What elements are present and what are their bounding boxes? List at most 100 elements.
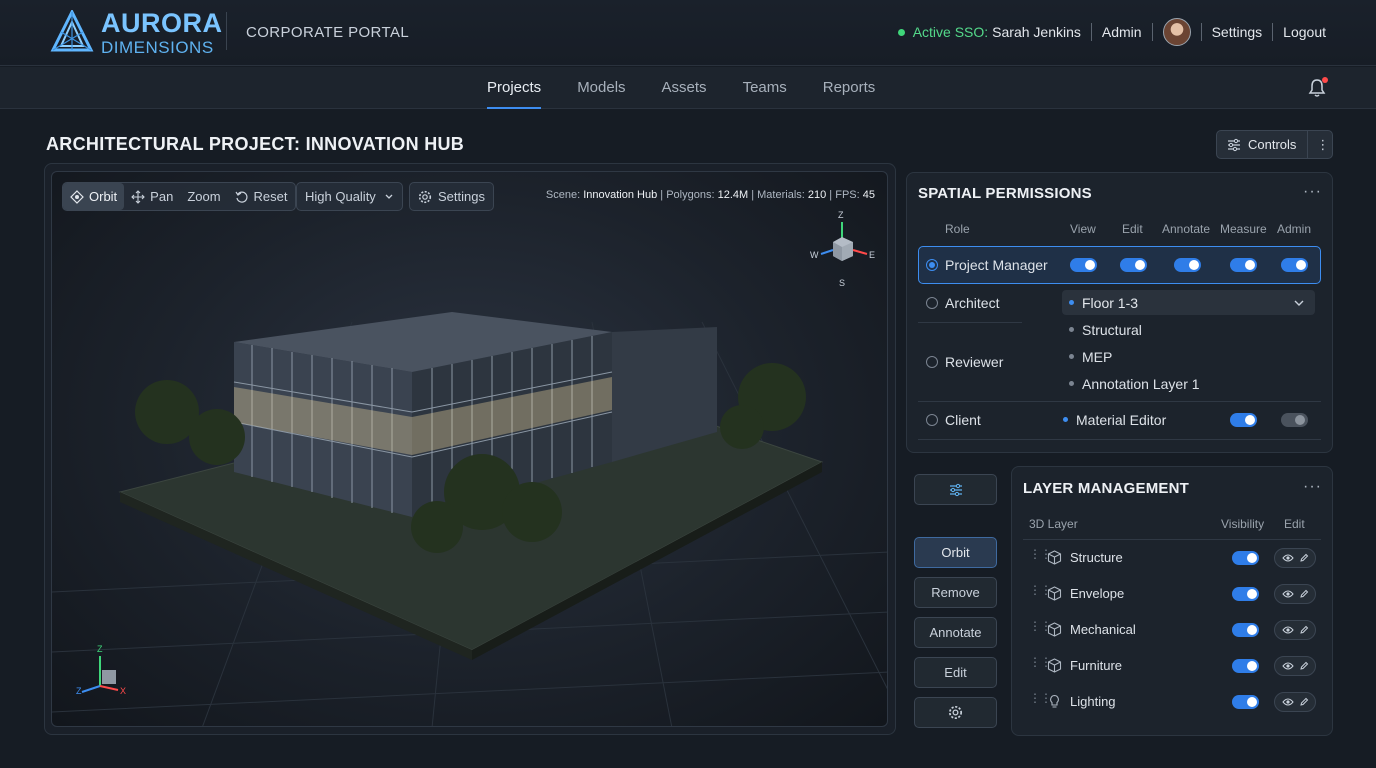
quality-select[interactable]: High Quality xyxy=(296,182,403,211)
eye-icon[interactable] xyxy=(1281,589,1294,599)
settings-link[interactable]: Settings xyxy=(1212,24,1263,40)
reset-label: Reset xyxy=(253,189,288,204)
side-remove-button[interactable]: Remove xyxy=(914,577,997,608)
toggle-pm-admin[interactable] xyxy=(1281,258,1308,272)
pan-label: Pan xyxy=(150,189,174,204)
view-tools: Orbit Pan Zoom Reset xyxy=(62,182,296,211)
toggle-visibility-structure[interactable] xyxy=(1232,551,1259,565)
role-radio-reviewer[interactable] xyxy=(926,356,938,368)
role-label: Admin xyxy=(1101,24,1142,40)
client-material-editor: Material Editor xyxy=(1076,412,1167,428)
toggle-pm-edit[interactable] xyxy=(1120,258,1147,272)
role-reviewer: Reviewer xyxy=(945,354,1004,370)
layer-edit-controls[interactable] xyxy=(1274,656,1316,676)
layer-edit-controls[interactable] xyxy=(1274,584,1316,604)
toggle-pm-measure[interactable] xyxy=(1230,258,1257,272)
viewer-settings-label: Settings xyxy=(438,189,485,204)
reset-icon xyxy=(235,191,248,203)
user-name: Sarah Jenkins xyxy=(992,24,1081,40)
controls-button[interactable]: Controls ⋮ xyxy=(1216,130,1333,159)
toggle-pm-view[interactable] xyxy=(1070,258,1097,272)
pencil-icon[interactable] xyxy=(1299,661,1309,671)
sliders-icon xyxy=(949,483,962,496)
tab-models[interactable]: Models xyxy=(577,67,625,109)
view-cube-gizmo[interactable]: Z W E S xyxy=(807,210,879,288)
role-radio-architect[interactable] xyxy=(926,297,938,309)
permissions-more-icon[interactable]: ··· xyxy=(1303,183,1322,201)
role-project-manager: Project Manager xyxy=(945,257,1048,273)
layer-row[interactable]: ⋮⋮ Mechanical xyxy=(1024,612,1318,648)
pencil-icon[interactable] xyxy=(1299,625,1309,635)
layer-edit-controls[interactable] xyxy=(1274,692,1316,712)
layer-row[interactable]: ⋮⋮ Envelope xyxy=(1024,576,1318,612)
layer-option-structural[interactable]: Structural xyxy=(1082,322,1142,338)
layer-option-annotation[interactable]: Annotation Layer 1 xyxy=(1082,376,1200,392)
brand-name[interactable]: AURORA DIMENSIONS xyxy=(101,8,223,57)
pencil-icon[interactable] xyxy=(1299,553,1309,563)
zoom-tool-button[interactable]: Zoom xyxy=(180,183,227,210)
cube-icon xyxy=(1047,586,1062,601)
tab-assets[interactable]: Assets xyxy=(662,67,707,109)
orbit-label: Orbit xyxy=(89,189,118,204)
layer-row[interactable]: ⋮⋮ Lighting xyxy=(1024,684,1318,720)
fps-label: FPS: xyxy=(835,189,860,201)
user-bar-divider xyxy=(1200,23,1202,41)
orbit-tool-button[interactable]: Orbit xyxy=(63,183,125,210)
axis-triad: Z Z X xyxy=(72,642,132,702)
notifications-bell-icon[interactable] xyxy=(1306,77,1328,99)
eye-icon[interactable] xyxy=(1281,661,1294,671)
toggle-visibility-furniture[interactable] xyxy=(1232,659,1259,673)
side-sliders-button[interactable] xyxy=(914,474,997,505)
tab-projects[interactable]: Projects xyxy=(487,67,542,109)
pan-tool-button[interactable]: Pan xyxy=(124,183,180,210)
3d-viewport[interactable]: Orbit Pan Zoom Reset High Quality Settin… xyxy=(51,171,888,727)
role-radio-project-manager[interactable] xyxy=(926,259,938,271)
layer-edit-controls[interactable] xyxy=(1274,620,1316,640)
eye-icon[interactable] xyxy=(1281,625,1294,635)
logout-link[interactable]: Logout xyxy=(1283,24,1326,40)
eye-icon[interactable] xyxy=(1281,697,1294,707)
col-measure: Measure xyxy=(1220,222,1267,236)
more-vertical-icon[interactable]: ⋮ xyxy=(1316,137,1329,153)
avatar[interactable] xyxy=(1162,18,1191,46)
toggle-client-admin[interactable] xyxy=(1281,413,1308,427)
toggle-visibility-lighting[interactable] xyxy=(1232,695,1259,709)
header-divider xyxy=(226,12,227,50)
layer-name-furniture: Furniture xyxy=(1070,658,1123,673)
col-role: Role xyxy=(945,222,970,236)
layer-management-title: LAYER MANAGEMENT xyxy=(1023,480,1189,497)
reset-tool-button[interactable]: Reset xyxy=(228,183,295,210)
controls-label: Controls xyxy=(1248,137,1297,152)
eye-icon[interactable] xyxy=(1281,553,1294,563)
pencil-icon[interactable] xyxy=(1299,697,1309,707)
viewer-settings-button[interactable]: Settings xyxy=(409,182,494,211)
materials-label: Materials: xyxy=(757,189,805,201)
tab-teams[interactable]: Teams xyxy=(743,67,787,109)
status-dot-icon xyxy=(897,28,905,36)
layer-row[interactable]: ⋮⋮ Structure xyxy=(1024,540,1318,576)
side-settings-button[interactable] xyxy=(914,697,997,728)
role-radio-client[interactable] xyxy=(926,414,938,426)
brand-line-1: AURORA xyxy=(101,8,223,38)
toggle-pm-annotate[interactable] xyxy=(1174,258,1201,272)
layer-option-mep[interactable]: MEP xyxy=(1082,349,1112,365)
side-annotate-button[interactable]: Annotate xyxy=(914,617,997,648)
sso-label: Active SSO: xyxy=(912,24,989,40)
pencil-icon[interactable] xyxy=(1299,589,1309,599)
layers-more-icon[interactable]: ··· xyxy=(1303,478,1322,496)
layer-edit-controls[interactable] xyxy=(1274,548,1316,568)
gear-icon xyxy=(948,705,963,720)
tab-reports[interactable]: Reports xyxy=(823,67,876,109)
toggle-visibility-envelope[interactable] xyxy=(1232,587,1259,601)
toggle-visibility-mechanical[interactable] xyxy=(1232,623,1259,637)
side-orbit-button[interactable]: Orbit xyxy=(914,537,997,568)
quality-value: High Quality xyxy=(305,189,376,204)
col-3d-layer: 3D Layer xyxy=(1029,517,1078,531)
toggle-client-material[interactable] xyxy=(1230,413,1257,427)
col-annotate: Annotate xyxy=(1162,222,1211,236)
side-edit-button[interactable]: Edit xyxy=(914,657,997,688)
layer-row[interactable]: ⋮⋮ Furniture xyxy=(1024,648,1318,684)
role-client: Client xyxy=(945,412,981,428)
layer-dropdown[interactable]: Floor 1-3 xyxy=(1062,290,1315,315)
gear-icon xyxy=(418,190,432,203)
